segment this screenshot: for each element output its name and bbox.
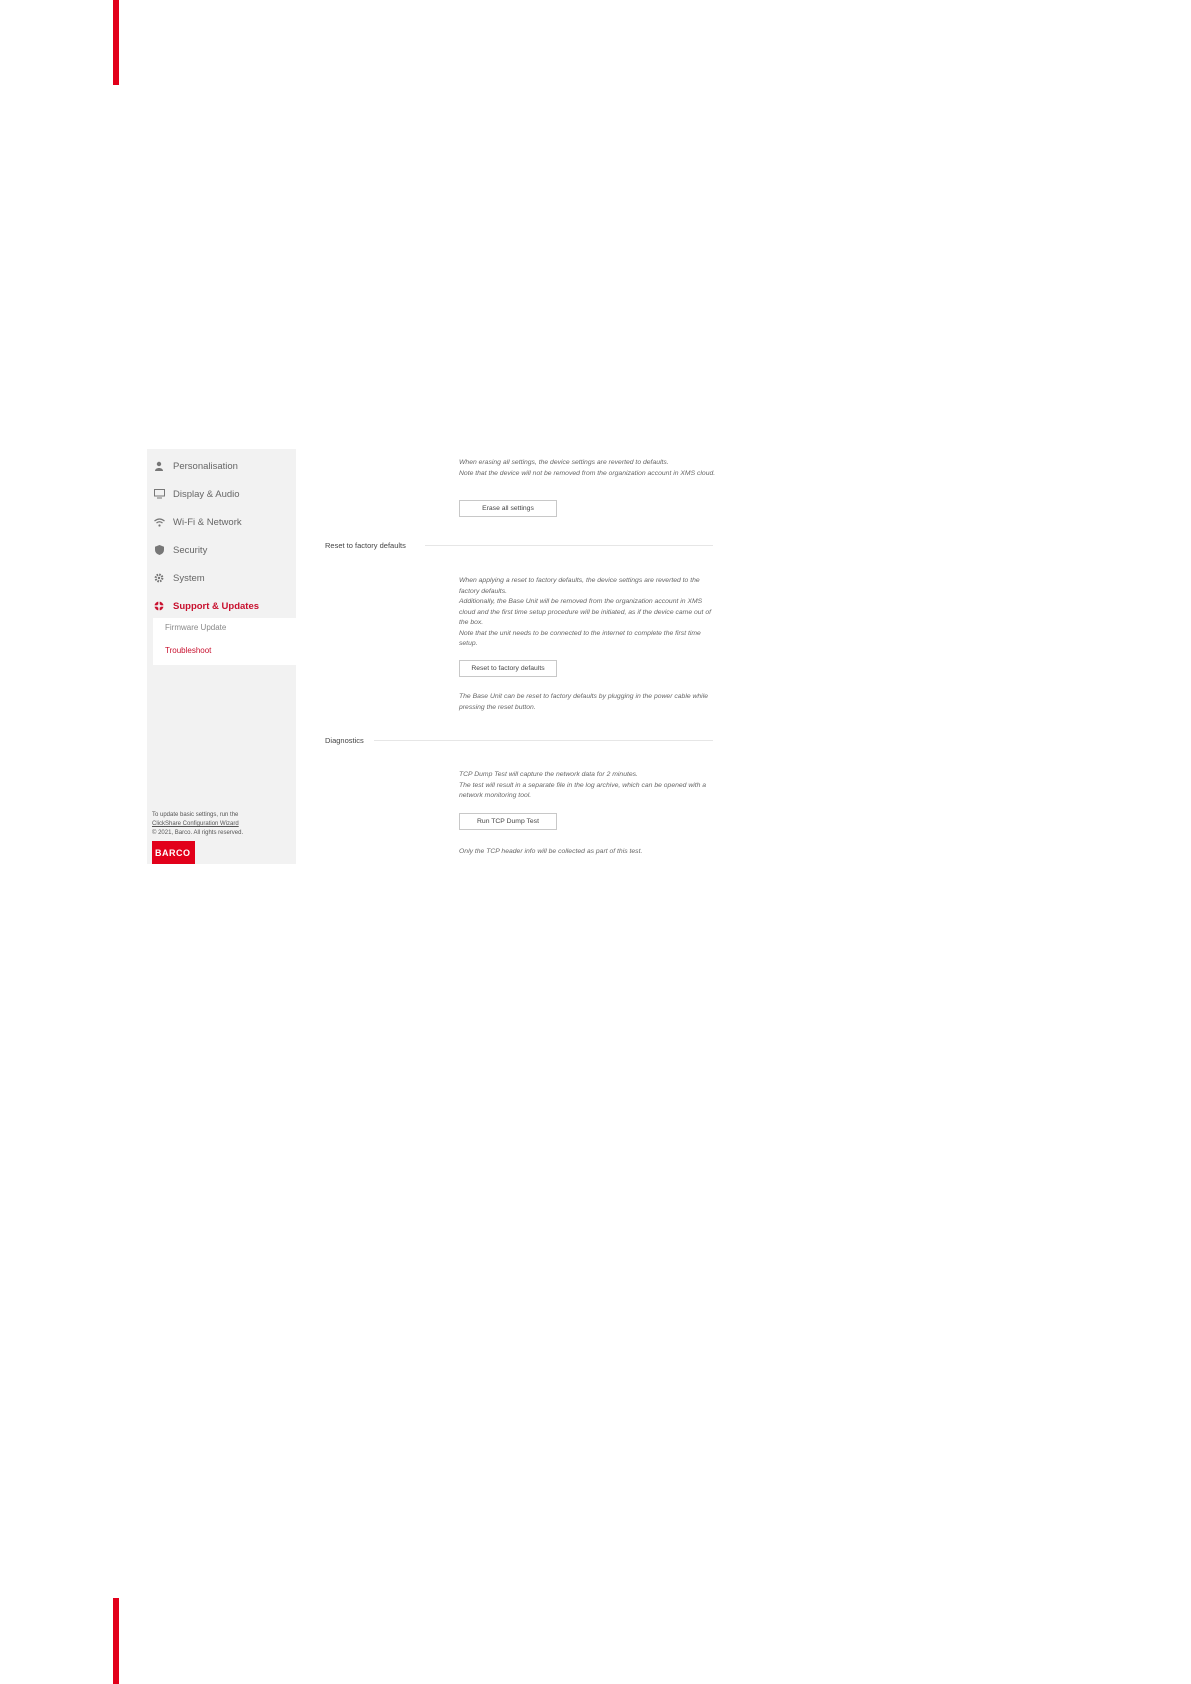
- sidebar-item-display-audio[interactable]: Display & Audio: [153, 484, 240, 504]
- page-accent-bar-bottom: [113, 1598, 119, 1684]
- sidebar-item-label: System: [173, 572, 205, 584]
- erase-description: When erasing all settings, the device se…: [459, 458, 717, 479]
- reset-note: The Base Unit can be reset to factory de…: [459, 693, 708, 711]
- sidebar-item-label: Wi-Fi & Network: [173, 516, 242, 528]
- reset-description: When applying a reset to factory default…: [459, 576, 717, 650]
- sidebar-item-label: Personalisation: [173, 460, 238, 472]
- erase-text-1: When erasing all settings, the device se…: [459, 459, 669, 466]
- shield-icon: [153, 544, 165, 556]
- settings-screenshot: Personalisation Display & Audio Wi-Fi & …: [147, 449, 715, 864]
- monitor-icon: [153, 488, 165, 500]
- support-submenu: Firmware Update Troubleshoot: [153, 618, 296, 665]
- sidebar-item-system[interactable]: System: [153, 568, 205, 588]
- gear-icon: [153, 572, 165, 584]
- sidebar-item-support-updates[interactable]: Support & Updates: [153, 596, 259, 616]
- reset-divider: [425, 545, 713, 546]
- sidebar-item-personalisation[interactable]: Personalisation: [153, 456, 238, 476]
- copyright: © 2021, Barco. All rights reserved.: [152, 830, 244, 836]
- sidebar-item-label: Display & Audio: [173, 488, 240, 500]
- diagnostics-note: Only the TCP header info will be collect…: [459, 848, 643, 855]
- reset-text-3: Note that the unit needs to be connected…: [459, 629, 701, 648]
- user-icon: [153, 460, 165, 472]
- sidebar: Personalisation Display & Audio Wi-Fi & …: [147, 449, 296, 864]
- sidebar-item-wifi-network[interactable]: Wi-Fi & Network: [153, 512, 242, 532]
- sidebar-item-security[interactable]: Security: [153, 540, 207, 560]
- configuration-wizard-link[interactable]: ClickShare Configuration Wizard: [152, 820, 292, 829]
- diagnostics-section-title: Diagnostics: [325, 736, 364, 745]
- run-tcp-dump-test-button[interactable]: Run TCP Dump Test: [459, 813, 557, 830]
- reset-factory-defaults-button[interactable]: Reset to factory defaults: [459, 660, 557, 677]
- submenu-item-troubleshoot[interactable]: Troubleshoot: [165, 646, 211, 655]
- reset-text-1: When applying a reset to factory default…: [459, 577, 700, 595]
- wifi-icon: [153, 516, 165, 528]
- reset-text-2: Additionally, the Base Unit will be remo…: [459, 598, 711, 626]
- diagnostics-description: TCP Dump Test will capture the network d…: [459, 770, 717, 802]
- submenu-item-firmware-update[interactable]: Firmware Update: [165, 623, 226, 632]
- diagnostics-text-1: TCP Dump Test will capture the network d…: [459, 771, 638, 778]
- reset-section-title: Reset to factory defaults: [325, 541, 406, 550]
- sidebar-item-label: Support & Updates: [173, 600, 260, 612]
- sidebar-item-label: Security: [173, 544, 208, 556]
- lifebuoy-icon: [153, 600, 165, 612]
- page-accent-bar-top: [113, 0, 119, 85]
- diagnostics-text-2: The test will result in a separate file …: [459, 781, 707, 800]
- sidebar-footer: To update basic settings, run the ClickS…: [152, 811, 292, 838]
- erase-text-2: Note that the device will not be removed…: [459, 469, 716, 477]
- footer-text: To update basic settings, run the: [152, 812, 239, 818]
- erase-all-settings-button[interactable]: Erase all settings: [459, 500, 557, 517]
- barco-logo: BARCO: [152, 841, 195, 864]
- diagnostics-divider: [374, 740, 713, 741]
